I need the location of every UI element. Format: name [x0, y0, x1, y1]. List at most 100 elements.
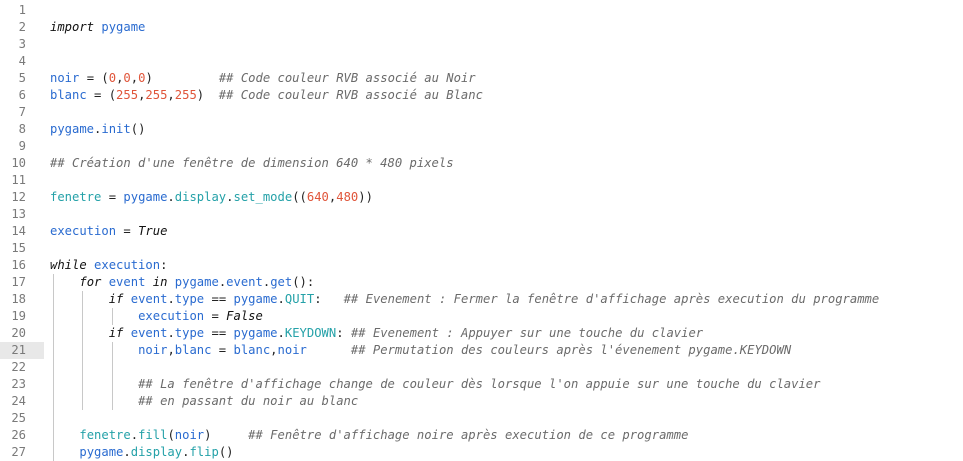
code-text[interactable]: noir = (0,0,0) ## Code couleur RVB assoc… [50, 70, 476, 87]
code-line[interactable]: 9 [0, 138, 963, 155]
code-token: = [211, 343, 234, 357]
code-token: . [167, 292, 175, 306]
indent-guide [53, 274, 54, 461]
code-line[interactable]: 12 fenetre = pygame.display.set_mode((640… [0, 189, 963, 206]
code-text[interactable]: ## en passant du noir au blanc [138, 393, 358, 410]
line-number: 7 [18, 105, 26, 119]
code-line[interactable]: 18 if event.type == pygame.QUIT: ## Evene… [0, 291, 963, 308]
line-number: 19 [11, 309, 26, 323]
line-number: 22 [11, 360, 26, 374]
code-line[interactable]: 20 if event.type == pygame.KEYDOWN: ## Ev… [0, 325, 963, 342]
indent-guide [112, 342, 113, 410]
code-text[interactable]: execution = False [138, 308, 263, 325]
code-line[interactable]: 4 [0, 53, 963, 70]
line-number: 16 [11, 258, 26, 272]
code-text[interactable]: for event in pygame.event.get(): [79, 274, 314, 291]
code-token: . [123, 445, 131, 459]
code-text[interactable]: noir,blanc = blanc,noir ## Permutation d… [138, 342, 791, 359]
code-line[interactable]: 15 [0, 240, 963, 257]
code-line[interactable]: 5 noir = (0,0,0) ## Code couleur RVB asso… [0, 70, 963, 87]
code-line[interactable]: 17 for event in pygame.event.get(): [0, 274, 963, 291]
code-token: ) [145, 71, 219, 85]
code-text[interactable]: blanc = (255,255,255) ## Code couleur RV… [50, 87, 483, 104]
code-line[interactable]: 11 [0, 172, 963, 189]
code-token: (): [292, 275, 315, 289]
code-token: flip [189, 445, 219, 459]
code-editor[interactable]: 1 2 import pygame 3 4 5 noir = (0,0,0) ## Code… [0, 0, 963, 461]
code-line[interactable]: 2 import pygame [0, 19, 963, 36]
line-number: 13 [11, 207, 26, 221]
code-token: ## Code couleur RVB associé au Blanc [218, 88, 483, 102]
indent-guide [82, 291, 83, 410]
code-text[interactable]: execution = True [50, 223, 167, 240]
code-text[interactable]: import pygame [50, 19, 145, 36]
code-line[interactable]: 27 pygame.display.flip() [0, 444, 963, 461]
code-line[interactable]: 7 [0, 104, 963, 121]
code-token: == [204, 292, 234, 306]
code-line[interactable]: 19 execution = False [0, 308, 963, 325]
code-token: event [130, 292, 168, 306]
code-token: . [277, 326, 285, 340]
code-token: pygame [233, 326, 278, 340]
code-line[interactable]: 3 [0, 36, 963, 53]
code-token: . [167, 190, 175, 204]
code-token: type [174, 292, 205, 306]
code-token: False [226, 309, 263, 323]
code-token: noir [138, 343, 168, 357]
code-text[interactable]: while execution: [50, 257, 167, 274]
code-token: ## en passant du noir au blanc [138, 394, 359, 408]
code-token: , [130, 71, 139, 85]
code-text[interactable]: pygame.init() [50, 121, 145, 138]
code-line[interactable]: 26 fenetre.fill(noir) ## Fenêtre d'affich… [0, 427, 963, 444]
code-token: )) [358, 190, 373, 204]
code-text[interactable]: if event.type == pygame.KEYDOWN: ## Even… [109, 325, 703, 342]
code-line[interactable]: 1 [0, 2, 963, 19]
code-token: execution [50, 224, 117, 238]
code-text[interactable]: ## La fenêtre d'affichage change de coul… [138, 376, 820, 393]
code-line[interactable]: 13 [0, 206, 963, 223]
code-line[interactable]: 16 while execution: [0, 257, 963, 274]
code-token: noir [174, 428, 205, 442]
code-text[interactable]: fenetre.fill(noir) ## Fenêtre d'affichag… [79, 427, 688, 444]
code-text[interactable]: pygame.display.flip() [79, 444, 233, 461]
line-number: 4 [18, 54, 26, 68]
line-number: 2 [18, 20, 26, 34]
code-token: if [108, 326, 124, 340]
code-token: fenetre [50, 190, 102, 204]
code-token: blanc [50, 88, 87, 102]
line-number: 8 [18, 122, 26, 136]
code-token: blanc [174, 343, 212, 357]
line-number: 5 [18, 71, 26, 85]
line-number: 3 [18, 37, 26, 51]
line-number: 20 [11, 326, 26, 340]
code-token: KEYDOWN [284, 326, 337, 340]
code-line[interactable]: 6 blanc = (255,255,255) ## Code couleur R… [0, 87, 963, 104]
code-line[interactable]: 23 ## La fenêtre d'affichage change de co… [0, 376, 963, 393]
code-token: ## Code couleur RVB associé au Noir [218, 71, 476, 85]
line-number: 24 [11, 394, 26, 408]
code-token: event [130, 326, 168, 340]
code-line[interactable]: 24 ## en passant du noir au blanc [0, 393, 963, 410]
code-token: pygame [79, 445, 124, 459]
code-line[interactable]: 8 pygame.init() [0, 121, 963, 138]
code-text[interactable]: ## Création d'une fenêtre de dimension 6… [50, 155, 454, 172]
code-token: ) [196, 88, 219, 102]
code-line[interactable]: 21 noir,blanc = blanc,noir ## Permutation… [0, 342, 963, 359]
code-line[interactable]: 14 execution = True [0, 223, 963, 240]
code-token: for [79, 275, 102, 289]
code-line[interactable]: 22 [0, 359, 963, 376]
line-number: 21 [11, 343, 26, 357]
code-text[interactable]: if event.type == pygame.QUIT: ## Eveneme… [109, 291, 880, 308]
code-token: pygame [123, 190, 168, 204]
code-token: ## Création d'une fenêtre de dimension 6… [50, 156, 454, 170]
code-token: ( [167, 428, 175, 442]
code-line[interactable]: 10 ## Création d'une fenêtre de dimension… [0, 155, 963, 172]
code-token: type [174, 326, 205, 340]
code-line[interactable]: 25 [0, 410, 963, 427]
code-token: : [336, 326, 351, 340]
code-token: () [218, 445, 234, 459]
code-text[interactable]: fenetre = pygame.display.set_mode((640,4… [50, 189, 373, 206]
code-token: : [314, 292, 344, 306]
